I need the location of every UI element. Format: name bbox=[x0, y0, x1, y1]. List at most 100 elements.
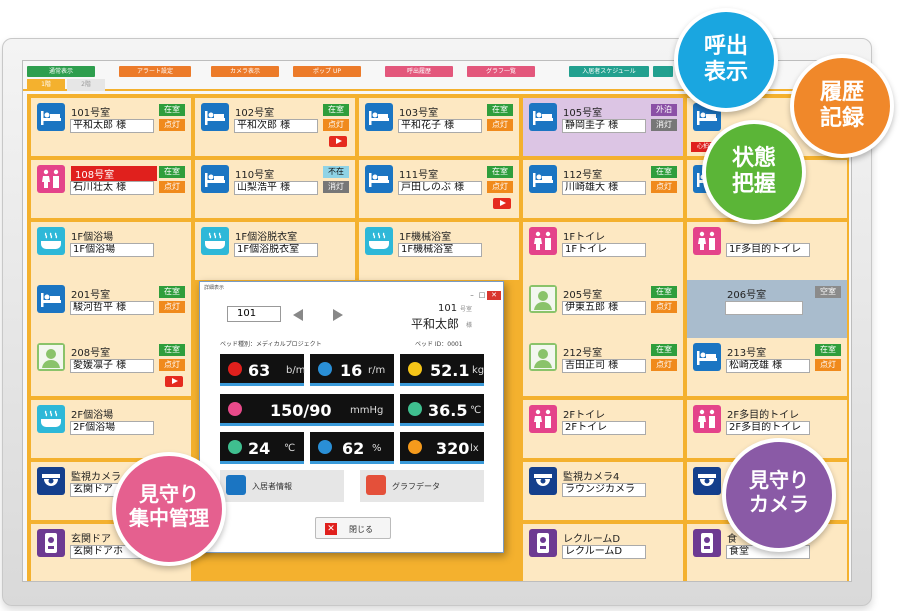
room-cell[interactable]: 208号室 愛媛凛子 様在室 点灯 bbox=[31, 338, 191, 396]
room-cell[interactable]: 108号室 石川壮太 様在室 点灯 bbox=[31, 160, 191, 218]
bed-icon bbox=[201, 165, 229, 193]
window-controls: – □ ✕ bbox=[467, 282, 501, 300]
extra-button[interactable] bbox=[653, 66, 673, 77]
metric-tile: 36.5 ℃ bbox=[400, 394, 484, 426]
room-cell[interactable]: 1F個浴脱衣室 1F個浴脱衣室 bbox=[195, 222, 355, 280]
normal-view-button[interactable]: 通常表示 bbox=[27, 66, 95, 77]
person-icon bbox=[226, 475, 246, 495]
metric-unit: r/m bbox=[368, 365, 386, 376]
resident-name: 平和次郎 様 bbox=[234, 119, 318, 133]
light-badge: 点灯 bbox=[487, 119, 513, 131]
camera-view-button[interactable]: カメラ表示 bbox=[211, 66, 279, 77]
bath-icon bbox=[37, 227, 65, 255]
room-label: 103号室 bbox=[399, 108, 439, 119]
dialog-room-suffix: 号室 bbox=[460, 306, 473, 313]
room-cell[interactable]: 102号室 平和次郎 様在室 点灯 bbox=[195, 98, 355, 156]
intercom-icon bbox=[37, 529, 65, 557]
room-cell[interactable]: 1F個浴場 1F個浴場 bbox=[31, 222, 191, 280]
room-label: 1F個浴場 bbox=[71, 232, 114, 243]
room-label: 2Fトイレ bbox=[563, 410, 606, 421]
callout-camera: 見守り カメラ bbox=[722, 438, 836, 552]
room-cell[interactable]: 205号室 伊東五郎 様在室 点灯 bbox=[523, 280, 683, 338]
callout-call-display: 呼出 表示 bbox=[674, 8, 778, 112]
status-badge: 在室 bbox=[815, 344, 841, 356]
metric-unit: b/m bbox=[286, 365, 306, 376]
room-cell[interactable]: 105号室 静岡圭子 様外泊 消灯 bbox=[523, 98, 683, 156]
metric-value: 150/90 bbox=[270, 401, 332, 420]
toilet-icon bbox=[693, 227, 721, 255]
metric-tile: 320 lx bbox=[400, 432, 484, 464]
dialog-title: 詳細表示 bbox=[204, 285, 225, 291]
room-cell[interactable]: 2Fトイレ 2Fトイレ bbox=[523, 400, 683, 458]
room-cell[interactable]: 110号室 山梨浩平 様不在 消灯 bbox=[195, 160, 355, 218]
resident-name: 1F機械浴室 bbox=[398, 243, 482, 257]
call-history-button[interactable]: 呼出履歴 bbox=[385, 66, 453, 77]
room-cell[interactable]: 206号室 空室 bbox=[687, 280, 847, 338]
room-label: 105号室 bbox=[563, 108, 603, 119]
resident-info-label: 入居者情報 bbox=[252, 482, 292, 491]
graph-list-button[interactable]: グラフ一覧 bbox=[467, 66, 535, 77]
metric-value: 63 bbox=[248, 361, 271, 380]
room-cell[interactable]: 213号室 松崎茂雄 様在室 点灯 bbox=[687, 338, 847, 396]
room-cell[interactable]: 111号室 戸田しのぶ 様在室 点灯 bbox=[359, 160, 519, 218]
resident-name: ラウンジカメラ bbox=[562, 483, 646, 497]
resident-name: 平和花子 様 bbox=[398, 119, 482, 133]
light-badge: 点灯 bbox=[487, 181, 513, 193]
room-cell[interactable]: 201号室 駿河哲平 様在室 点灯 bbox=[31, 280, 191, 338]
popup-button[interactable]: ポップ UP bbox=[293, 66, 361, 77]
room-cell[interactable]: 1Fトイレ 1Fトイレ bbox=[523, 222, 683, 280]
metric-value: 24 bbox=[248, 439, 271, 458]
light-badge: 点灯 bbox=[323, 119, 349, 131]
room-label: 102号室 bbox=[235, 108, 275, 119]
graph-data-button[interactable]: グラフデータ bbox=[360, 470, 484, 502]
room-cell[interactable]: 1F多目的トイレ bbox=[687, 222, 847, 280]
close-button[interactable]: ✕ 閉じる bbox=[315, 517, 391, 539]
close-icon[interactable]: ✕ bbox=[487, 291, 501, 300]
minimize-icon[interactable]: – bbox=[467, 291, 477, 300]
next-room-icon[interactable] bbox=[333, 309, 343, 321]
room-cell[interactable]: 103号室 平和花子 様在室 点灯 bbox=[359, 98, 519, 156]
resident-info-button[interactable]: 入居者情報 bbox=[220, 470, 344, 502]
room-cell[interactable]: 2F個浴場 2F個浴場 bbox=[31, 400, 191, 458]
room-label: 205号室 bbox=[563, 290, 603, 301]
resident-name: 静岡圭子 様 bbox=[562, 119, 646, 133]
room-cell[interactable]: 112号室 川崎雄大 様在室 点灯 bbox=[523, 160, 683, 218]
close-x-icon: ✕ bbox=[325, 523, 337, 535]
maximize-icon[interactable]: □ bbox=[477, 291, 487, 300]
chart-icon bbox=[366, 475, 386, 495]
metric-unit: lx bbox=[470, 443, 479, 454]
tab-floor-2[interactable]: 2階 bbox=[67, 79, 105, 91]
bath-icon bbox=[201, 227, 229, 255]
room-label: 208号室 bbox=[71, 348, 111, 359]
resident-name: 伊東五郎 様 bbox=[562, 301, 646, 315]
dialog-room-number: 101 bbox=[438, 303, 458, 314]
bed-icon bbox=[365, 165, 393, 193]
metric-value: 62 bbox=[342, 439, 365, 458]
room-label: 1F個浴脱衣室 bbox=[235, 232, 298, 243]
room-cell[interactable]: 101号室 平和太郎 様在室 点灯 bbox=[31, 98, 191, 156]
intercom-icon bbox=[529, 529, 557, 557]
resident-name: 1F個浴脱衣室 bbox=[234, 243, 318, 257]
room-cell[interactable]: 1F機械浴室 1F機械浴室 bbox=[359, 222, 519, 280]
resident-name: 1F個浴場 bbox=[70, 243, 154, 257]
video-play-icon[interactable] bbox=[493, 198, 511, 209]
resident-name: 松崎茂雄 様 bbox=[726, 359, 810, 373]
room-cell[interactable]: 監視カメラ4 ラウンジカメラ bbox=[523, 462, 683, 520]
video-play-icon[interactable] bbox=[329, 136, 347, 147]
room-cell[interactable]: 212号室 吉田正司 様在室 点灯 bbox=[523, 338, 683, 396]
intercom-icon bbox=[693, 529, 721, 557]
bed-icon bbox=[37, 285, 65, 313]
room-number-input[interactable]: 101 bbox=[227, 306, 281, 322]
metric-tile: 16 r/m bbox=[310, 354, 394, 386]
video-play-icon[interactable] bbox=[165, 376, 183, 387]
tab-floor-1[interactable]: 1階 bbox=[27, 79, 65, 91]
metric-value: 52.1 bbox=[430, 361, 470, 380]
toilet-icon bbox=[529, 405, 557, 433]
room-cell[interactable]: レクルームD レクルームD bbox=[523, 524, 683, 581]
alert-settings-button[interactable]: アラート設定 bbox=[119, 66, 191, 77]
resident-schedule-button[interactable]: 入居者スケジュール bbox=[569, 66, 649, 77]
camera-icon bbox=[693, 467, 721, 495]
metric-value: 36.5 bbox=[428, 401, 468, 420]
resident-name: 吉田正司 様 bbox=[562, 359, 646, 373]
previous-room-icon[interactable] bbox=[293, 309, 303, 321]
